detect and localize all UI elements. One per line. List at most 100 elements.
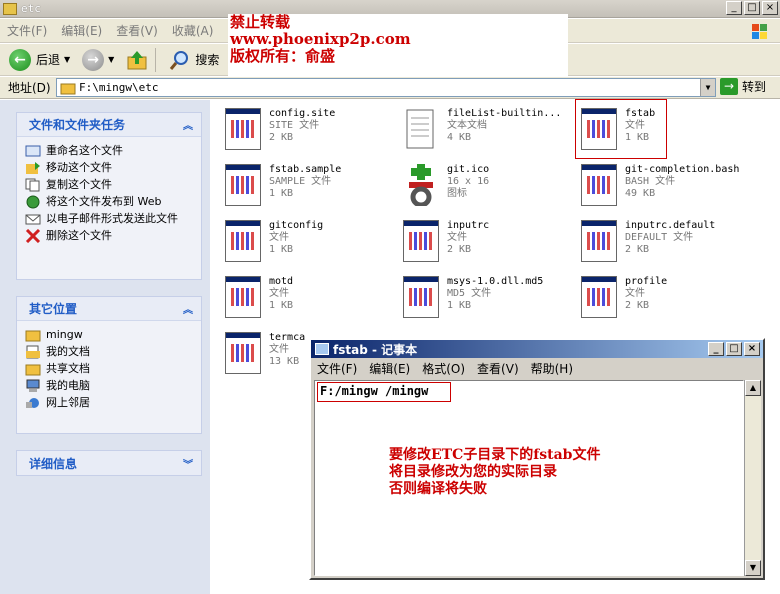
file-icon <box>581 164 617 206</box>
watermark-line-1: 禁止转载 <box>230 13 291 31</box>
file-icon <box>581 220 617 262</box>
notepad-minimize-button[interactable]: _ <box>708 342 724 356</box>
move-icon <box>26 162 40 174</box>
maximize-button[interactable]: □ <box>744 1 760 15</box>
notepad-vertical-scrollbar[interactable]: ▲ ▼ <box>744 380 761 576</box>
file-tasks-title: 文件和文件夹任务 <box>29 118 126 132</box>
notepad-maximize-button[interactable]: □ <box>726 342 742 356</box>
file-item-fstab-sample[interactable]: fstab.sample SAMPLE 文件 1 KB <box>225 164 397 220</box>
instruction-line-3: 否则编译将失败 <box>389 481 487 497</box>
rename-icon <box>25 145 41 157</box>
file-item-filelist[interactable]: fileList-builtin... 文本文档 4 KB <box>403 108 575 164</box>
menu-edit[interactable]: 编辑(E) <box>54 22 109 39</box>
back-label: 后退 <box>36 53 61 67</box>
back-arrow-icon: ← <box>9 48 31 71</box>
instruction-note: 要修改ETC子目录下的fstab文件 将目录修改为您的实际目录 否则编译将失败 <box>389 447 600 498</box>
details-header[interactable]: 详细信息 ︾ <box>17 451 201 475</box>
address-input[interactable]: F:\mingw\etc ▼ <box>56 78 716 97</box>
watermark: 禁止转载 www.phoenixp2p.com 版权所有：俞盛 <box>228 14 568 76</box>
notepad-icon <box>315 343 329 355</box>
address-path: F:\mingw\etc <box>79 81 159 94</box>
menu-view[interactable]: 查看(V) <box>109 22 165 39</box>
notepad-menu-file[interactable]: 文件(F) <box>311 360 363 377</box>
go-label: 转到 <box>742 80 767 94</box>
notepad-menu-bar: 文件(F) 编辑(E) 格式(O) 查看(V) 帮助(H) <box>311 358 763 378</box>
chevron-down-icon[interactable]: ▼ <box>108 55 114 64</box>
collapse-icon[interactable]: ︽ <box>183 117 193 132</box>
watermark-line-2: www.phoenixp2p.com <box>230 30 411 48</box>
file-item-profile[interactable]: profile 文件 2 KB <box>581 276 753 332</box>
git-icon <box>409 164 433 206</box>
file-icon <box>403 276 439 318</box>
task-pane: 文件和文件夹任务 ︽ 重命名这个文件 移动这个文件 复制这个文件 将这个文件发布… <box>0 100 210 594</box>
file-item-git-completion[interactable]: git-completion.bash BASH 文件 49 KB <box>581 164 753 220</box>
other-places-panel: 其它位置 ︽ mingw 我的文档 共享文档 我的电脑 网上邻居 <box>16 296 202 434</box>
task-email[interactable]: 以电子邮件形式发送此文件 <box>25 212 193 226</box>
file-icon <box>225 220 261 262</box>
folder-icon <box>3 2 17 15</box>
details-title: 详细信息 <box>29 456 78 471</box>
file-item-inputrc[interactable]: inputrc 文件 2 KB <box>403 220 575 276</box>
task-move[interactable]: 移动这个文件 <box>25 161 193 175</box>
notepad-menu-edit[interactable]: 编辑(E) <box>363 360 416 377</box>
expand-icon[interactable]: ︾ <box>183 456 193 471</box>
notepad-window: fstab - 记事本 _ □ × 文件(F) 编辑(E) 格式(O) 查看(V… <box>309 338 765 580</box>
file-icon <box>403 220 439 262</box>
menu-favorites[interactable]: 收藏(A) <box>165 22 221 39</box>
file-tasks-header[interactable]: 文件和文件夹任务 ︽ <box>17 113 201 137</box>
documents-icon <box>26 345 40 359</box>
search-label: 搜索 <box>195 53 220 67</box>
task-delete[interactable]: 删除这个文件 <box>25 229 193 243</box>
notepad-menu-format[interactable]: 格式(O) <box>416 360 471 377</box>
other-places-title: 其它位置 <box>29 302 78 316</box>
notepad-menu-help[interactable]: 帮助(H) <box>525 360 579 377</box>
place-shared-documents[interactable]: 共享文档 <box>25 362 193 376</box>
place-mingw[interactable]: mingw <box>25 328 193 342</box>
task-rename[interactable]: 重命名这个文件 <box>25 144 193 158</box>
instruction-line-1: 要修改ETC子目录下的fstab文件 <box>389 447 601 463</box>
address-label: 地址(D) <box>8 81 51 95</box>
address-dropdown-button[interactable]: ▼ <box>700 79 715 96</box>
go-button[interactable]: → 转到 <box>720 78 766 95</box>
globe-icon <box>26 195 40 209</box>
task-publish-web[interactable]: 将这个文件发布到 Web <box>25 195 193 209</box>
notepad-close-button[interactable]: × <box>744 342 760 356</box>
file-item-git-ico[interactable]: git.ico 16 x 16 图标 <box>403 164 575 220</box>
up-folder-icon <box>127 50 147 69</box>
scroll-up-icon[interactable]: ▲ <box>745 380 761 396</box>
task-copy[interactable]: 复制这个文件 <box>25 178 193 192</box>
file-item-config-site[interactable]: config.site SITE 文件 2 KB <box>225 108 397 164</box>
place-my-computer[interactable]: 我的电脑 <box>25 379 193 393</box>
notepad-title: fstab - 记事本 <box>333 342 418 357</box>
watermark-line-3: 版权所有：俞盛 <box>230 47 336 65</box>
scroll-down-icon[interactable]: ▼ <box>745 560 761 576</box>
minimize-button[interactable]: _ <box>726 1 742 15</box>
instruction-line-2: 将目录修改为您的实际目录 <box>389 464 557 480</box>
back-button[interactable]: ← 后退 ▼ <box>6 47 73 73</box>
notepad-menu-view[interactable]: 查看(V) <box>471 360 525 377</box>
text-document-icon <box>406 109 434 149</box>
file-item-fstab[interactable]: fstab 文件 1 KB <box>581 108 753 164</box>
menu-file[interactable]: 文件(F) <box>0 22 54 39</box>
copy-icon <box>25 178 40 192</box>
file-item-inputrc-default[interactable]: inputrc.default DEFAULT 文件 2 KB <box>581 220 753 276</box>
notepad-text-area[interactable]: F:/mingw /mingw 要修改ETC子目录下的fstab文件 将目录修改… <box>314 380 744 576</box>
folder-icon <box>60 83 76 94</box>
file-icon <box>225 332 261 374</box>
search-button[interactable]: 搜索 <box>166 47 222 73</box>
close-button[interactable]: × <box>762 1 778 15</box>
file-icon <box>581 108 617 150</box>
notepad-content: F:/mingw /mingw <box>317 382 451 402</box>
place-my-documents[interactable]: 我的文档 <box>25 345 193 359</box>
chevron-down-icon[interactable]: ▼ <box>64 55 70 64</box>
notepad-titlebar[interactable]: fstab - 记事本 _ □ × <box>311 340 763 358</box>
place-network[interactable]: 网上邻居 <box>25 396 193 410</box>
other-places-header[interactable]: 其它位置 ︽ <box>17 297 201 321</box>
up-folder-button[interactable] <box>123 47 151 73</box>
file-item-gitconfig[interactable]: gitconfig 文件 1 KB <box>225 220 397 276</box>
file-item-msys-md5[interactable]: msys-1.0.dll.md5 MD5 文件 1 KB <box>403 276 575 332</box>
search-icon <box>170 50 189 70</box>
collapse-icon[interactable]: ︽ <box>183 301 193 316</box>
file-item-motd[interactable]: motd 文件 1 KB <box>225 276 397 332</box>
forward-button[interactable]: → ▼ <box>79 47 117 73</box>
